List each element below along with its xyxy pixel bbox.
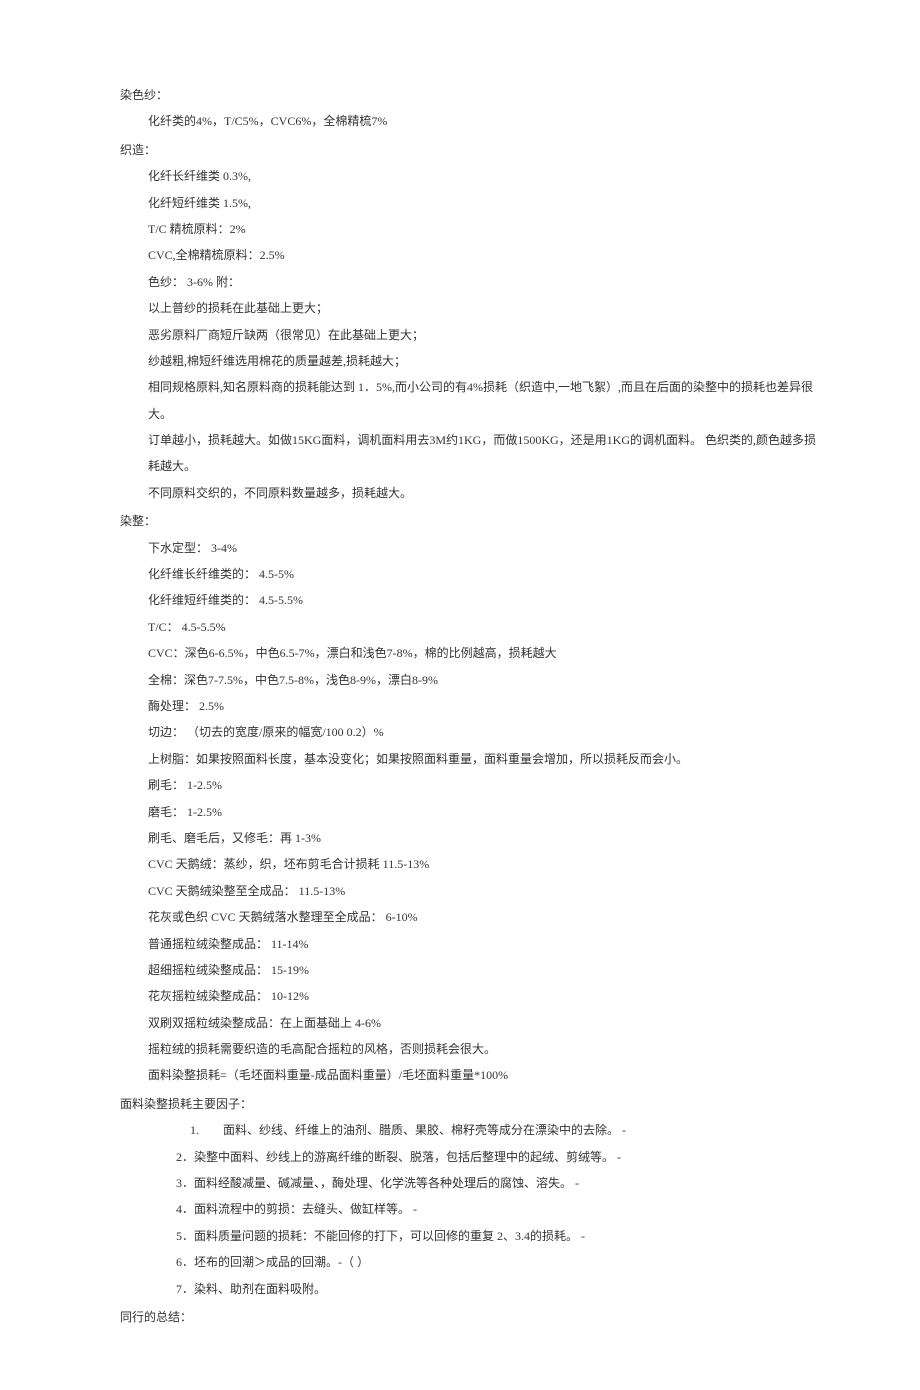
content-item: 化纤维长纤维类的： 4.5-5% xyxy=(120,561,820,587)
content-item: 化纤维短纤维类的： 4.5-5.5% xyxy=(120,587,820,613)
content-item: T/C 精梳原料：2% xyxy=(120,216,820,242)
content-item: CVC 天鹅绒染整至全成品： 11.5-13% xyxy=(120,878,820,904)
section-title: 染色纱： xyxy=(120,82,820,108)
section-title: 织造： xyxy=(120,137,820,163)
content-item: 不同原料交织的，不同原料数量越多，损耗越大。 xyxy=(120,480,820,506)
content-item: 上树脂：如果按照面料长度，基本没变化；如果按照面料重量，面料重量会增加，所以损耗… xyxy=(120,746,820,772)
numbered-item: 3．面料经酸减量、碱减量、，酶处理、化学洗等各种处理后的腐蚀、溶失。 - xyxy=(120,1170,820,1196)
content-item: CVC 天鹅绒：蒸纱，织，坯布剪毛合计损耗 11.5-13% xyxy=(120,851,820,877)
content-item: 全棉：深色7-7.5%，中色7.5-8%，浅色8-9%，漂白8-9% xyxy=(120,667,820,693)
content-item: 面料染整损耗=（毛坯面料重量-成品面料重量）/毛坯面料重量*100% xyxy=(120,1062,820,1088)
content-item: 订单越小，损耗越大。如做15KG面料，调机面料用去3M约1KG，而做1500KG… xyxy=(120,427,820,480)
content-item: 花灰摇粒绒染整成品： 10-12% xyxy=(120,983,820,1009)
content-item: 化纤短纤维类 1.5%, xyxy=(120,190,820,216)
content-item: 磨毛： 1-2.5% xyxy=(120,799,820,825)
content-item: 刷毛： 1-2.5% xyxy=(120,772,820,798)
numbered-item: 5．面料质量问题的损耗：不能回修的打下，可以回修的重复 2、3.4的损耗。 - xyxy=(120,1223,820,1249)
content-item: 双刷双摇粒绒染整成品：在上面基础上 4-6% xyxy=(120,1010,820,1036)
numbered-item: 1. 面料、纱线、纤维上的油剂、腊质、果胶、棉籽壳等成分在漂染中的去除。 - xyxy=(120,1117,820,1143)
content-item: 色纱： 3-6% 附： xyxy=(120,269,820,295)
content-item: 化纤长纤维类 0.3%, xyxy=(120,163,820,189)
numbered-item: 6．坯布的回潮＞成品的回潮。-（ ） xyxy=(120,1249,820,1275)
content-item: 恶劣原料厂商短斤缺两（很常见）在此基础上更大； xyxy=(120,322,820,348)
numbered-item: 7．染料、助剂在面料吸附。 xyxy=(120,1276,820,1302)
content-item: 下水定型： 3-4% xyxy=(120,535,820,561)
content-item: 刷毛、磨毛后，又修毛：再 1-3% xyxy=(120,825,820,851)
content-item: 花灰或色织 CVC 天鹅绒落水整理至全成品： 6-10% xyxy=(120,904,820,930)
content-item: CVC,全棉精梳原料：2.5% xyxy=(120,242,820,268)
content-item: 普通摇粒绒染整成品： 11-14% xyxy=(120,931,820,957)
section-title: 染整： xyxy=(120,508,820,534)
content-item: T/C： 4.5-5.5% xyxy=(120,614,820,640)
content-item: 超细摇粒绒染整成品： 15-19% xyxy=(120,957,820,983)
numbered-item: 4．面料流程中的剪损：去缝头、做缸样等。 - xyxy=(120,1196,820,1222)
numbered-item: 2．染整中面料、纱线上的游离纤维的断裂、脱落，包括后整理中的起绒、剪绒等。 - xyxy=(120,1144,820,1170)
content-item: 相同规格原料,知名原料商的损耗能达到 1．5%,而小公司的有4%损耗（织造中,一… xyxy=(120,374,820,427)
content-item: 纱越粗,棉短纤维选用棉花的质量越差,损耗越大； xyxy=(120,348,820,374)
content-item: CVC：深色6-6.5%，中色6.5-7%，漂白和浅色7-8%，棉的比例越高，损… xyxy=(120,640,820,666)
section-title: 面料染整损耗主要因子： xyxy=(120,1091,820,1117)
content-item: 以上普纱的损耗在此基础上更大； xyxy=(120,295,820,321)
section-title: 同行的总结： xyxy=(120,1304,820,1330)
content-item: 酶处理： 2.5% xyxy=(120,693,820,719)
content-item: 摇粒绒的损耗需要织造的毛高配合摇粒的风格，否则损耗会很大。 xyxy=(120,1036,820,1062)
content-item: 化纤类的4%，T/C5%，CVC6%，全棉精梳7% xyxy=(120,108,820,134)
content-item: 切边： （切去的宽度/原来的幅宽/100 0.2）% xyxy=(120,719,820,745)
